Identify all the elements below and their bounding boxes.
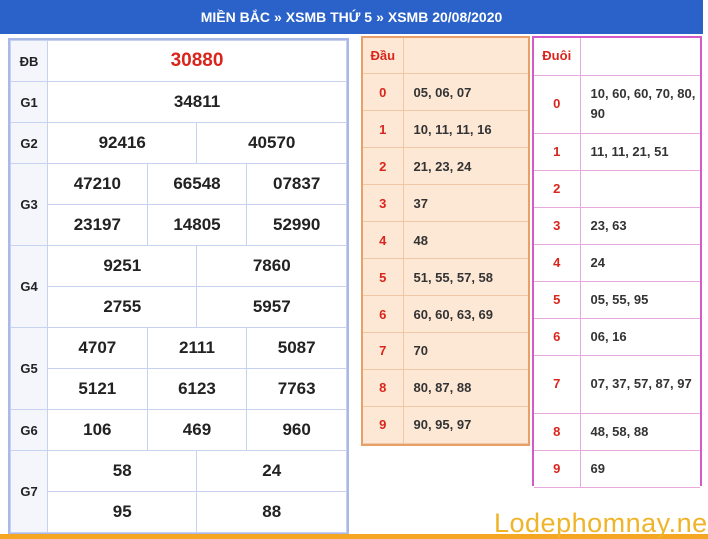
prize-value-g5: 5121: [47, 368, 148, 410]
duoi-key: 7: [534, 355, 581, 414]
prize-value-g6: 960: [246, 409, 347, 451]
prize-label-g7: G7: [10, 450, 48, 533]
prize-value-g4: 7860: [196, 245, 347, 287]
page-header: MIỀN BẮC » XSMB THỨ 5 » XSMB 20/08/2020: [0, 0, 703, 34]
prize-value-db: 30880: [47, 40, 347, 82]
dau-key: 8: [363, 369, 404, 407]
duoi-key: 5: [534, 281, 581, 319]
duoi-key: 1: [534, 133, 581, 171]
duoi-value: 23, 63: [580, 207, 700, 245]
prize-value-g7: 24: [196, 450, 347, 492]
duoi-value: [580, 170, 700, 208]
duoi-header: Đuôi: [534, 38, 581, 76]
dau-key: 0: [363, 73, 404, 112]
prize-value-g5: 2111: [146, 327, 248, 369]
prize-value-g3: 47210: [47, 163, 148, 205]
dau-key: 5: [363, 258, 404, 297]
prize-label-g1: G1: [10, 81, 48, 123]
breadcrumb-separator: »: [273, 9, 282, 25]
prize-label-g6: G6: [10, 409, 48, 451]
dau-value: 05, 06, 07: [403, 73, 528, 112]
dau-value: 90, 95, 97: [403, 406, 528, 445]
prize-value-g3: 52990: [246, 204, 347, 246]
prize-label-db: ĐB: [10, 40, 48, 82]
site-watermark: Lodephomnay.net: [494, 508, 708, 538]
prize-value-g4: 2755: [46, 286, 198, 328]
prize-value-g3: 14805: [146, 204, 248, 246]
duoi-value: 69: [580, 450, 700, 488]
duoi-key: 9: [534, 450, 581, 488]
results-table: ĐB 30880 G1 34811 G2 92416 40570 G3 4721…: [8, 38, 349, 534]
prize-label-g5: G5: [10, 327, 48, 410]
prize-value-g1: 34811: [47, 81, 347, 123]
duoi-value: 48, 58, 88: [580, 413, 700, 451]
dau-value: 37: [403, 184, 528, 223]
duoi-value: 07, 37, 57, 87, 97: [580, 355, 700, 414]
prize-value-g6: 469: [146, 409, 248, 451]
dau-key: 9: [363, 406, 404, 445]
breadcrumb-xsmb-thu-5[interactable]: XSMB THỨ 5: [286, 9, 372, 25]
prize-value-g5: 5087: [246, 327, 347, 369]
duoi-key: 4: [534, 244, 581, 282]
dau-value: 48: [403, 221, 528, 260]
dau-value: 10, 11, 11, 16: [403, 110, 528, 149]
prize-value-g3: 66548: [146, 163, 248, 205]
prize-value-g7: 58: [46, 450, 198, 492]
duoi-key: 2: [534, 170, 581, 208]
dau-header: Đầu: [363, 38, 404, 75]
prize-value-g5: 4707: [47, 327, 148, 369]
prize-value-g4: 9251: [46, 245, 198, 287]
duoi-value: 24: [580, 244, 700, 282]
breadcrumb-separator: »: [376, 9, 384, 25]
dau-value: 70: [403, 332, 528, 370]
duoi-key: 3: [534, 207, 581, 245]
duoi-value: 10, 60, 60, 70, 80, 90: [580, 75, 700, 134]
dau-key: 7: [363, 332, 404, 370]
duoi-value: 06, 16: [580, 318, 700, 356]
breadcrumb-xsmb-date[interactable]: XSMB 20/08/2020: [388, 9, 502, 25]
dau-value: 21, 23, 24: [403, 147, 528, 186]
prize-value-g2: 92416: [46, 122, 198, 164]
prize-value-g6: 106: [47, 409, 148, 451]
prize-value-g4: 5957: [196, 286, 347, 328]
prize-label-g2: G2: [10, 122, 48, 164]
duoi-table: Đuôi 0 10, 60, 60, 70, 80, 90 1 11, 11, 21…: [532, 36, 702, 488]
breadcrumb-mien-bac[interactable]: MIỀN BẮC: [201, 9, 270, 25]
prize-value-g7: 95: [46, 491, 198, 533]
duoi-value: 11, 11, 21, 51: [580, 133, 700, 171]
prize-value-g3: 23197: [47, 204, 148, 246]
prize-value-g2: 40570: [196, 122, 347, 164]
prize-value-g7: 88: [196, 491, 347, 533]
dau-table: Đầu 0 05, 06, 07 1 10, 11, 11, 16 2 21, 23,…: [361, 36, 530, 446]
dau-key: 2: [363, 147, 404, 186]
duoi-value: 05, 55, 95: [580, 281, 700, 319]
dau-header-blank: [403, 38, 528, 75]
dau-key: 4: [363, 221, 404, 260]
dau-value: 80, 87, 88: [403, 369, 528, 407]
duoi-key: 0: [534, 75, 581, 134]
prize-value-g5: 7763: [246, 368, 347, 410]
dau-value: 60, 60, 63, 69: [403, 295, 528, 333]
dau-key: 3: [363, 184, 404, 223]
duoi-key: 8: [534, 413, 581, 451]
duoi-key: 6: [534, 318, 581, 356]
prize-label-g4: G4: [10, 245, 48, 328]
prize-value-g3: 07837: [246, 163, 347, 205]
duoi-header-blank: [580, 38, 700, 76]
dau-key: 1: [363, 110, 404, 149]
prize-label-g3: G3: [10, 163, 48, 246]
prize-value-g5: 6123: [146, 368, 248, 410]
dau-value: 51, 55, 57, 58: [403, 258, 528, 297]
dau-key: 6: [363, 295, 404, 333]
